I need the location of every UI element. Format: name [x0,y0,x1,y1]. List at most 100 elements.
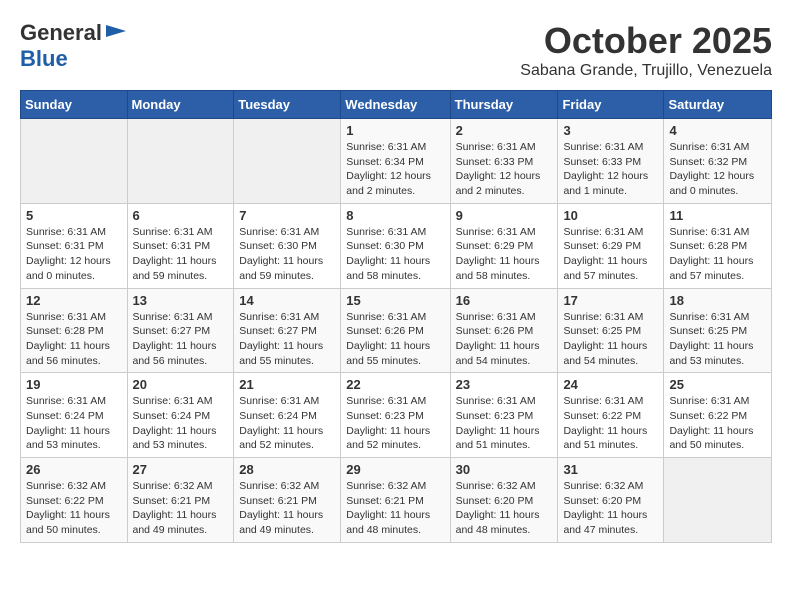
calendar-cell: 22 Sunrise: 6:31 AM Sunset: 6:23 PM Dayli… [341,373,450,458]
logo-flag-icon [104,23,128,43]
calendar-cell: 19 Sunrise: 6:31 AM Sunset: 6:24 PM Dayli… [21,373,128,458]
day-number: 8 [346,208,444,223]
day-info: Sunrise: 6:32 AM Sunset: 6:20 PM Dayligh… [563,479,658,538]
day-number: 20 [133,377,229,392]
day-info: Sunrise: 6:31 AM Sunset: 6:28 PM Dayligh… [669,225,766,284]
calendar-cell: 12 Sunrise: 6:31 AM Sunset: 6:28 PM Dayli… [21,288,128,373]
day-info: Sunrise: 6:31 AM Sunset: 6:31 PM Dayligh… [133,225,229,284]
day-info: Sunrise: 6:31 AM Sunset: 6:22 PM Dayligh… [669,394,766,453]
day-number: 29 [346,462,444,477]
day-number: 10 [563,208,658,223]
calendar-cell [664,458,772,543]
calendar-cell: 14 Sunrise: 6:31 AM Sunset: 6:27 PM Dayli… [234,288,341,373]
calendar-cell: 2Sunrise: 6:31 AM Sunset: 6:33 PM Daylig… [450,119,558,204]
calendar-cell: 8 Sunrise: 6:31 AM Sunset: 6:30 PM Daylig… [341,203,450,288]
weekday-header-sunday: Sunday [21,91,128,119]
location-subtitle: Sabana Grande, Trujillo, Venezuela [520,62,772,80]
calendar-cell: 11 Sunrise: 6:31 AM Sunset: 6:28 PM Dayli… [664,203,772,288]
day-number: 6 [133,208,229,223]
day-info: Sunrise: 6:31 AM Sunset: 6:25 PM Dayligh… [563,310,658,369]
day-info: Sunrise: 6:31 AM Sunset: 6:26 PM Dayligh… [456,310,553,369]
day-info: Sunrise: 6:31 AM Sunset: 6:32 PM Dayligh… [669,140,766,199]
month-title: October 2025 [520,20,772,62]
weekday-header-wednesday: Wednesday [341,91,450,119]
calendar-cell: 6 Sunrise: 6:31 AM Sunset: 6:31 PM Daylig… [127,203,234,288]
calendar-cell: 27 Sunrise: 6:32 AM Sunset: 6:21 PM Dayli… [127,458,234,543]
calendar-cell: 16 Sunrise: 6:31 AM Sunset: 6:26 PM Dayli… [450,288,558,373]
day-info: Sunrise: 6:31 AM Sunset: 6:23 PM Dayligh… [346,394,444,453]
calendar-cell: 1Sunrise: 6:31 AM Sunset: 6:34 PM Daylig… [341,119,450,204]
day-number: 26 [26,462,122,477]
day-info: Sunrise: 6:31 AM Sunset: 6:30 PM Dayligh… [346,225,444,284]
day-info: Sunrise: 6:32 AM Sunset: 6:20 PM Dayligh… [456,479,553,538]
day-number: 14 [239,293,335,308]
day-number: 27 [133,462,229,477]
day-info: Sunrise: 6:31 AM Sunset: 6:24 PM Dayligh… [239,394,335,453]
calendar-week-row: 1Sunrise: 6:31 AM Sunset: 6:34 PM Daylig… [21,119,772,204]
day-info: Sunrise: 6:31 AM Sunset: 6:28 PM Dayligh… [26,310,122,369]
day-info: Sunrise: 6:31 AM Sunset: 6:33 PM Dayligh… [563,140,658,199]
day-info: Sunrise: 6:32 AM Sunset: 6:21 PM Dayligh… [133,479,229,538]
day-info: Sunrise: 6:31 AM Sunset: 6:31 PM Dayligh… [26,225,122,284]
page-header: General Blue October 2025 Sabana Grande,… [20,20,772,80]
day-number: 12 [26,293,122,308]
day-number: 19 [26,377,122,392]
day-number: 9 [456,208,553,223]
calendar-cell [21,119,128,204]
weekday-header-row: SundayMondayTuesdayWednesdayThursdayFrid… [21,91,772,119]
day-info: Sunrise: 6:32 AM Sunset: 6:21 PM Dayligh… [239,479,335,538]
calendar-cell: 29 Sunrise: 6:32 AM Sunset: 6:21 PM Dayli… [341,458,450,543]
day-number: 21 [239,377,335,392]
day-number: 13 [133,293,229,308]
day-number: 16 [456,293,553,308]
day-info: Sunrise: 6:32 AM Sunset: 6:21 PM Dayligh… [346,479,444,538]
day-info: Sunrise: 6:31 AM Sunset: 6:25 PM Dayligh… [669,310,766,369]
calendar-cell: 3 Sunrise: 6:31 AM Sunset: 6:33 PM Daylig… [558,119,664,204]
logo-general: General [20,20,102,46]
day-number: 18 [669,293,766,308]
day-info: Sunrise: 6:31 AM Sunset: 6:30 PM Dayligh… [239,225,335,284]
calendar-week-row: 5 Sunrise: 6:31 AM Sunset: 6:31 PM Daylig… [21,203,772,288]
day-info: Sunrise: 6:31 AM Sunset: 6:22 PM Dayligh… [563,394,658,453]
logo: General Blue [20,20,128,72]
calendar-cell: 23Sunrise: 6:31 AM Sunset: 6:23 PM Dayli… [450,373,558,458]
calendar-week-row: 12 Sunrise: 6:31 AM Sunset: 6:28 PM Dayli… [21,288,772,373]
day-number: 17 [563,293,658,308]
calendar-table: SundayMondayTuesdayWednesdayThursdayFrid… [20,90,772,543]
day-number: 5 [26,208,122,223]
day-info: Sunrise: 6:31 AM Sunset: 6:27 PM Dayligh… [239,310,335,369]
day-number: 3 [563,123,658,138]
calendar-cell: 20Sunrise: 6:31 AM Sunset: 6:24 PM Dayli… [127,373,234,458]
day-number: 4 [669,123,766,138]
day-number: 23 [456,377,553,392]
calendar-cell: 28Sunrise: 6:32 AM Sunset: 6:21 PM Dayli… [234,458,341,543]
calendar-cell: 5 Sunrise: 6:31 AM Sunset: 6:31 PM Daylig… [21,203,128,288]
day-number: 25 [669,377,766,392]
day-info: Sunrise: 6:32 AM Sunset: 6:22 PM Dayligh… [26,479,122,538]
day-info: Sunrise: 6:31 AM Sunset: 6:26 PM Dayligh… [346,310,444,369]
day-info: Sunrise: 6:31 AM Sunset: 6:24 PM Dayligh… [26,394,122,453]
title-area: October 2025 Sabana Grande, Trujillo, Ve… [520,20,772,80]
weekday-header-tuesday: Tuesday [234,91,341,119]
calendar-cell: 10 Sunrise: 6:31 AM Sunset: 6:29 PM Dayli… [558,203,664,288]
calendar-cell: 15Sunrise: 6:31 AM Sunset: 6:26 PM Dayli… [341,288,450,373]
day-info: Sunrise: 6:31 AM Sunset: 6:29 PM Dayligh… [456,225,553,284]
day-number: 11 [669,208,766,223]
weekday-header-saturday: Saturday [664,91,772,119]
calendar-cell: 13 Sunrise: 6:31 AM Sunset: 6:27 PM Dayli… [127,288,234,373]
day-number: 7 [239,208,335,223]
calendar-cell [234,119,341,204]
day-info: Sunrise: 6:31 AM Sunset: 6:29 PM Dayligh… [563,225,658,284]
day-number: 2 [456,123,553,138]
calendar-cell: 30Sunrise: 6:32 AM Sunset: 6:20 PM Dayli… [450,458,558,543]
calendar-cell: 26 Sunrise: 6:32 AM Sunset: 6:22 PM Dayli… [21,458,128,543]
day-info: Sunrise: 6:31 AM Sunset: 6:27 PM Dayligh… [133,310,229,369]
day-info: Sunrise: 6:31 AM Sunset: 6:34 PM Dayligh… [346,140,444,199]
calendar-cell: 9 Sunrise: 6:31 AM Sunset: 6:29 PM Daylig… [450,203,558,288]
weekday-header-thursday: Thursday [450,91,558,119]
calendar-cell: 4 Sunrise: 6:31 AM Sunset: 6:32 PM Daylig… [664,119,772,204]
calendar-cell: 21 Sunrise: 6:31 AM Sunset: 6:24 PM Dayli… [234,373,341,458]
calendar-week-row: 26 Sunrise: 6:32 AM Sunset: 6:22 PM Dayli… [21,458,772,543]
day-number: 22 [346,377,444,392]
calendar-cell: 17 Sunrise: 6:31 AM Sunset: 6:25 PM Dayli… [558,288,664,373]
